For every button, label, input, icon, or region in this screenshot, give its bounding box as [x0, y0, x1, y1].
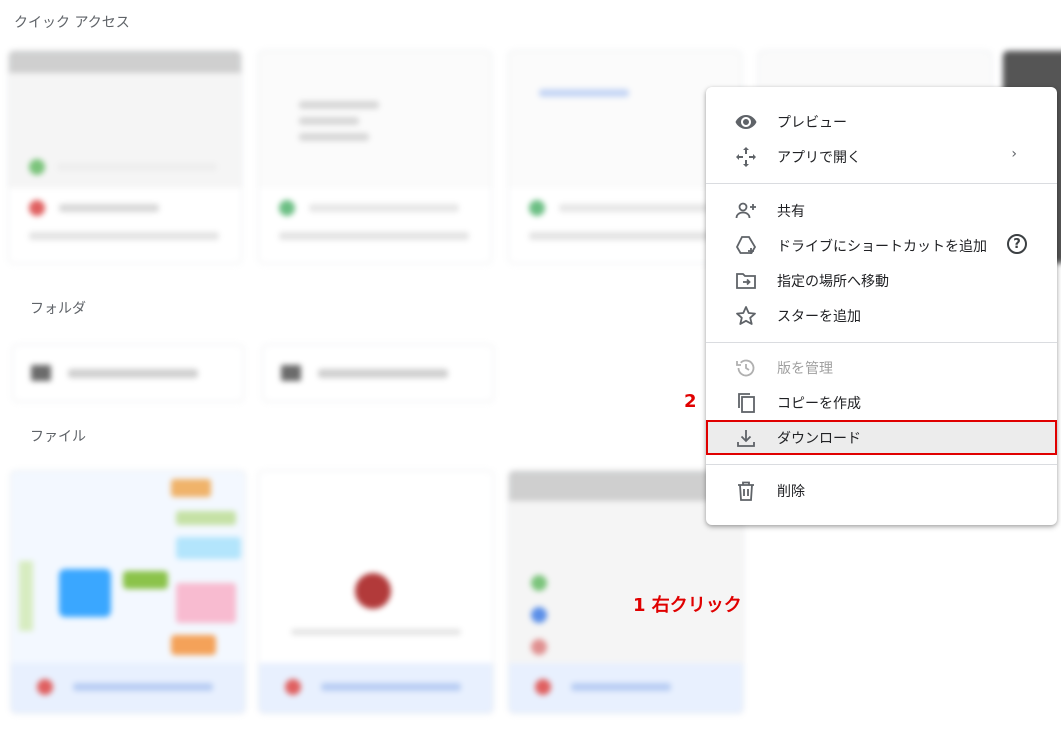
quick-access-card[interactable] [258, 50, 492, 264]
star-icon [736, 306, 756, 325]
step-2-annotation: 2 [684, 391, 697, 412]
add-person-icon [735, 202, 756, 219]
drive-shortcut-icon [735, 236, 757, 254]
menu-item-move[interactable]: 指定の場所へ移動 [706, 264, 1057, 298]
menu-item-share[interactable]: 共有 [706, 194, 1057, 228]
menu-item-manage-versions: 版を管理 [706, 351, 1057, 385]
folder-item[interactable] [262, 344, 494, 402]
context-menu: プレビュー アプリで開く › 共有 ドライブにショートカットを追加 ? 指定の場… [706, 87, 1057, 525]
help-icon[interactable]: ? [1007, 234, 1027, 254]
history-icon [736, 359, 755, 377]
menu-item-label: 指定の場所へ移動 [777, 274, 889, 290]
folders-title: フォルダ [30, 301, 86, 317]
menu-item-star[interactable]: スターを追加 [706, 299, 1057, 333]
menu-item-label: アプリで開く [777, 150, 861, 166]
menu-item-label: 削除 [777, 484, 805, 500]
menu-item-open-with[interactable]: アプリで開く › [706, 140, 1057, 174]
download-highlight-box [706, 420, 1057, 455]
folder-item[interactable] [12, 344, 244, 402]
menu-item-make-copy[interactable]: コピーを作成 [706, 386, 1057, 420]
menu-item-label: スターを追加 [777, 309, 861, 325]
chevron-right-icon: › [1011, 146, 1017, 162]
folder-move-icon [736, 273, 756, 289]
copy-icon [738, 393, 755, 413]
menu-item-label: プレビュー [777, 115, 847, 131]
menu-item-label: コピーを作成 [777, 396, 861, 412]
menu-divider [706, 183, 1057, 184]
quick-access-card[interactable] [8, 50, 242, 264]
menu-item-label: 共有 [777, 204, 805, 220]
menu-item-add-shortcut[interactable]: ドライブにショートカットを追加 ? [706, 229, 1057, 263]
menu-divider [706, 342, 1057, 343]
trash-icon [738, 481, 754, 501]
file-card[interactable] [258, 470, 494, 714]
eye-icon [735, 115, 757, 129]
step-1-annotation: 1 右クリック [633, 595, 742, 616]
menu-divider [706, 464, 1057, 465]
file-card[interactable] [10, 470, 246, 714]
files-title: ファイル [30, 429, 86, 445]
menu-item-label: 版を管理 [777, 361, 833, 377]
menu-item-delete[interactable]: 削除 [706, 474, 1057, 508]
move-arrows-icon [736, 147, 756, 167]
menu-item-preview[interactable]: プレビュー [706, 105, 1057, 139]
menu-item-label: ドライブにショートカットを追加 [777, 239, 987, 255]
